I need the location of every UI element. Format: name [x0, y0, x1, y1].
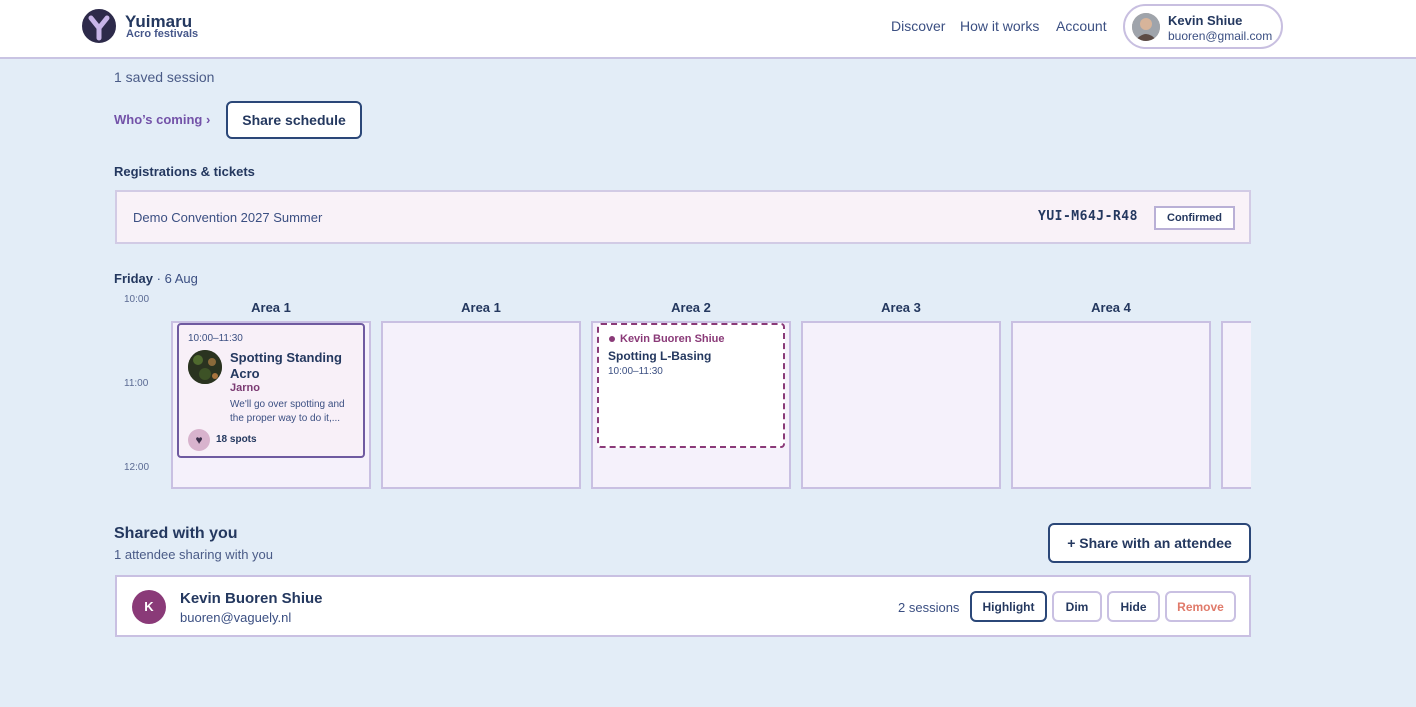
session-spots: 18 spots: [216, 434, 257, 445]
area-header-1: Area 1: [251, 300, 291, 315]
ticket-event-name: Demo Convention 2027 Summer: [133, 210, 323, 225]
yuimaru-logo-icon[interactable]: [82, 9, 116, 43]
session-card[interactable]: 10:00–11:30 Spotting Standing Acro Jarno…: [177, 323, 365, 458]
user-email: buoren@gmail.com: [1168, 29, 1273, 43]
share-schedule-button[interactable]: Share schedule: [226, 101, 362, 139]
shared-session-owner: Kevin Buoren Shiue: [620, 333, 725, 345]
area-column-1b: [381, 321, 581, 489]
nav-account[interactable]: Account: [1056, 18, 1107, 34]
heart-icon[interactable]: ♥: [188, 429, 210, 451]
highlight-button[interactable]: Highlight: [970, 591, 1047, 622]
dim-button[interactable]: Dim: [1052, 591, 1102, 622]
area-column-4: [1011, 321, 1211, 489]
area-column-3: [801, 321, 1001, 489]
nav-discover[interactable]: Discover: [891, 18, 945, 34]
shared-session-title: Spotting L-Basing: [608, 349, 712, 363]
user-menu[interactable]: Kevin Shiue buoren@gmail.com: [1123, 4, 1283, 49]
attendee-row: K Kevin Buoren Shiue buoren@vaguely.nl 2…: [115, 575, 1251, 637]
shared-session-card[interactable]: Kevin Buoren Shiue Spotting L-Basing 10:…: [597, 323, 785, 448]
area-header-3: Area 3: [881, 300, 921, 315]
ticket-row[interactable]: Demo Convention 2027 Summer YUI-M64J-R48…: [115, 190, 1251, 244]
time-label-10: 10:00: [124, 294, 150, 305]
saved-session-count: 1 saved session: [114, 69, 215, 85]
session-description: We'll go over spotting and the proper wa…: [230, 399, 345, 424]
shared-with-you-subtitle: 1 attendee sharing with you: [114, 547, 273, 562]
time-label-12: 12:00: [124, 462, 150, 473]
hide-button[interactable]: Hide: [1107, 591, 1160, 622]
brand-tagline: Acro festivals: [126, 28, 199, 40]
owner-dot-icon: [609, 336, 615, 342]
attendee-email: buoren@vaguely.nl: [180, 610, 292, 625]
share-with-attendee-button[interactable]: + Share with an attendee: [1048, 523, 1251, 563]
attendee-name: Kevin Buoren Shiue: [180, 590, 323, 607]
schedule-day-label: Friday · 6 Aug: [114, 271, 198, 286]
nav-how-it-works[interactable]: How it works: [960, 18, 1039, 34]
session-time: 10:00–11:30: [188, 333, 243, 344]
registrations-heading: Registrations & tickets: [114, 164, 255, 179]
attendee-session-count: 2 sessions: [898, 600, 960, 615]
user-name: Kevin Shiue: [1168, 13, 1243, 28]
schedule-day: Friday: [114, 271, 154, 286]
time-label-11: 11:00: [124, 378, 149, 389]
ticket-code: YUI-M64J-R48: [1038, 209, 1138, 224]
shared-session-time: 10:00–11:30: [608, 366, 663, 377]
area-header-2: Area 2: [671, 300, 711, 315]
whos-coming-link[interactable]: Who’s coming ›: [114, 112, 210, 127]
attendee-avatar: K: [132, 590, 166, 624]
remove-button[interactable]: Remove: [1165, 591, 1236, 622]
area-header-4: Area 4: [1091, 300, 1131, 315]
avatar: [1132, 13, 1160, 41]
top-header: Yuimaru Acro festivals Discover How it w…: [0, 0, 1416, 59]
area-column-overflow[interactable]: [1221, 321, 1251, 489]
status-badge: Confirmed: [1154, 206, 1235, 230]
session-host: Jarno: [230, 382, 260, 394]
session-thumbnail: [188, 350, 222, 384]
shared-with-you-heading: Shared with you: [114, 525, 238, 542]
area-header-1b: Area 1: [461, 300, 501, 315]
session-title: Spotting Standing Acro: [230, 350, 342, 381]
schedule-date: · 6 Aug: [156, 271, 198, 286]
